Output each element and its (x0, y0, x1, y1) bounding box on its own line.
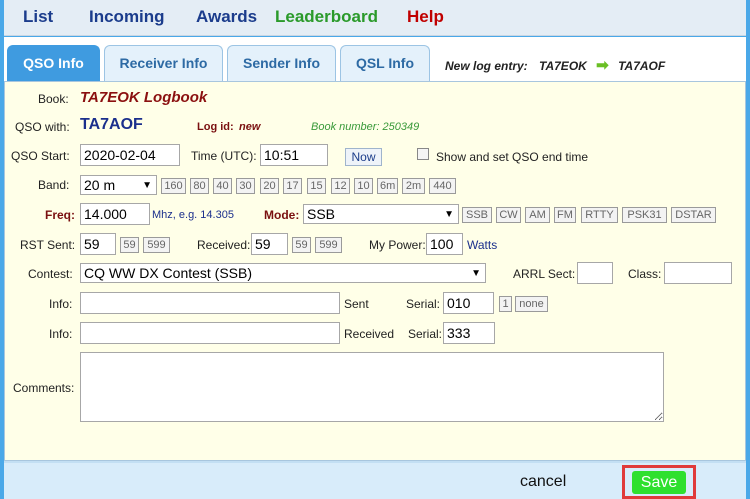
show-end-time-checkbox[interactable] (417, 148, 429, 160)
band-quick-17[interactable]: 17 (283, 178, 302, 194)
cancel-button[interactable]: cancel (520, 473, 566, 491)
app-frame: List Incoming Awards Leaderboard Help QS… (0, 0, 750, 499)
freq-input[interactable]: 14.000 (80, 203, 150, 225)
band-quick-30[interactable]: 30 (236, 178, 255, 194)
nav-help[interactable]: Help (407, 7, 444, 27)
power-label: My Power: (369, 238, 426, 252)
nav-list[interactable]: List (23, 7, 53, 27)
band-quick-40[interactable]: 40 (213, 178, 232, 194)
tab-sender-info[interactable]: Sender Info (227, 45, 336, 81)
mode-select[interactable]: SSB ▼ (303, 204, 459, 224)
rst-received-label: Received: (197, 238, 251, 252)
chevron-down-icon: ▼ (471, 268, 481, 279)
book-value: TA7EOK Logbook (80, 89, 208, 106)
freq-hint: Mhz, e.g. 14.305 (152, 209, 234, 221)
band-quick-12[interactable]: 12 (331, 178, 350, 194)
mode-quick-am[interactable]: AM (525, 207, 550, 223)
serial-received-input[interactable]: 333 (443, 322, 495, 344)
mode-quick-dstar[interactable]: DSTAR (671, 207, 716, 223)
serial-quick-1[interactable]: 1 (499, 296, 512, 312)
band-label: Band: (38, 178, 70, 192)
nav-incoming[interactable]: Incoming (89, 7, 165, 27)
band-quick-160[interactable]: 160 (161, 178, 186, 194)
contest-label: Contest: (28, 267, 73, 281)
band-quick-20[interactable]: 20 (260, 178, 279, 194)
rst-received-quick-59[interactable]: 59 (292, 237, 311, 253)
contest-select[interactable]: CQ WW DX Contest (SSB) ▼ (80, 263, 486, 283)
info-sent-input[interactable] (80, 292, 340, 314)
mode-quick-rtty[interactable]: RTTY (581, 207, 618, 223)
rst-sent-input[interactable]: 59 (80, 233, 116, 255)
rst-sent-quick-59[interactable]: 59 (120, 237, 139, 253)
time-input[interactable]: 10:51 (260, 144, 328, 166)
now-button[interactable]: Now (345, 148, 382, 166)
top-nav: List Incoming Awards Leaderboard Help (4, 0, 746, 36)
arrow-right-icon: ➡ (596, 57, 609, 74)
contest-value: CQ WW DX Contest (SSB) (84, 265, 253, 281)
class-input[interactable] (664, 262, 732, 284)
new-log-entry: New log entry: TA7EOK ➡ TA7AOF (445, 56, 665, 74)
mode-quick-psk31[interactable]: PSK31 (622, 207, 667, 223)
band-quick-10[interactable]: 10 (354, 178, 373, 194)
qso-with-label: QSO with: (15, 120, 70, 134)
tab-qsl-info[interactable]: QSL Info (340, 45, 430, 81)
chevron-down-icon: ▼ (142, 180, 152, 191)
power-input[interactable]: 100 (426, 233, 463, 255)
mode-quick-ssb[interactable]: SSB (462, 207, 492, 223)
mode-quick-fm[interactable]: FM (554, 207, 576, 223)
nav-leaderboard[interactable]: Leaderboard (275, 7, 378, 27)
rst-sent-label: RST Sent: (20, 238, 76, 252)
time-label: Time (UTC): (191, 149, 257, 163)
log-id-label: Log id: (197, 121, 234, 133)
new-log-to: TA7AOF (618, 59, 666, 73)
tab-receiver-info[interactable]: Receiver Info (104, 45, 223, 81)
arrl-sect-input[interactable] (577, 262, 613, 284)
comments-label: Comments: (13, 381, 75, 395)
rst-received-quick-599[interactable]: 599 (315, 237, 342, 253)
serial-received-label: Serial: (408, 327, 443, 341)
qso-start-label: QSO Start: (11, 149, 70, 163)
serial-sent-input[interactable]: 010 (443, 292, 494, 314)
sent-label: Sent (344, 297, 369, 311)
qso-info-panel: Book: TA7EOK Logbook QSO with: TA7AOF Lo… (4, 81, 746, 461)
qso-with-value: TA7AOF (80, 116, 143, 133)
comments-textarea[interactable] (80, 352, 664, 422)
rst-sent-quick-599[interactable]: 599 (143, 237, 170, 253)
serial-sent-label: Serial: (406, 297, 441, 311)
band-quick-80[interactable]: 80 (190, 178, 209, 194)
band-quick-15[interactable]: 15 (307, 178, 326, 194)
save-button[interactable]: Save (632, 471, 686, 494)
band-quick-440[interactable]: 440 (429, 178, 456, 194)
tab-bar: QSO Info Receiver Info Sender Info QSL I… (4, 37, 746, 82)
mode-quick-cw[interactable]: CW (496, 207, 521, 223)
footer-bar: cancel Save (4, 461, 746, 499)
new-log-from: TA7EOK (539, 59, 587, 73)
book-number: Book number: 250349 (311, 121, 420, 133)
qso-start-input[interactable]: 2020-02-04 (80, 144, 180, 166)
log-id-value: new (239, 121, 261, 133)
class-label: Class: (628, 267, 662, 281)
chevron-down-icon: ▼ (444, 209, 454, 220)
band-select[interactable]: 20 m ▼ (80, 175, 157, 195)
new-log-label: New log entry: (445, 59, 528, 73)
freq-label: Freq: (45, 208, 75, 222)
mode-label: Mode: (264, 208, 300, 222)
tab-qso-info[interactable]: QSO Info (7, 45, 100, 82)
info-sent-label: Info: (49, 297, 73, 311)
band-value: 20 m (84, 177, 116, 193)
mode-value: SSB (307, 206, 336, 222)
nav-awards[interactable]: Awards (196, 7, 257, 27)
book-label: Book: (38, 92, 69, 106)
band-quick-2m[interactable]: 2m (402, 178, 425, 194)
serial-quick-none[interactable]: none (515, 296, 548, 312)
power-unit: Watts (467, 238, 498, 252)
band-quick-6m[interactable]: 6m (377, 178, 398, 194)
received-label: Received (344, 327, 395, 341)
arrl-sect-label: ARRL Sect: (513, 267, 576, 281)
info-received-input[interactable] (80, 322, 340, 344)
show-end-time-label: Show and set QSO end time (436, 150, 589, 164)
rst-received-input[interactable]: 59 (251, 233, 288, 255)
info-received-label: Info: (49, 327, 73, 341)
